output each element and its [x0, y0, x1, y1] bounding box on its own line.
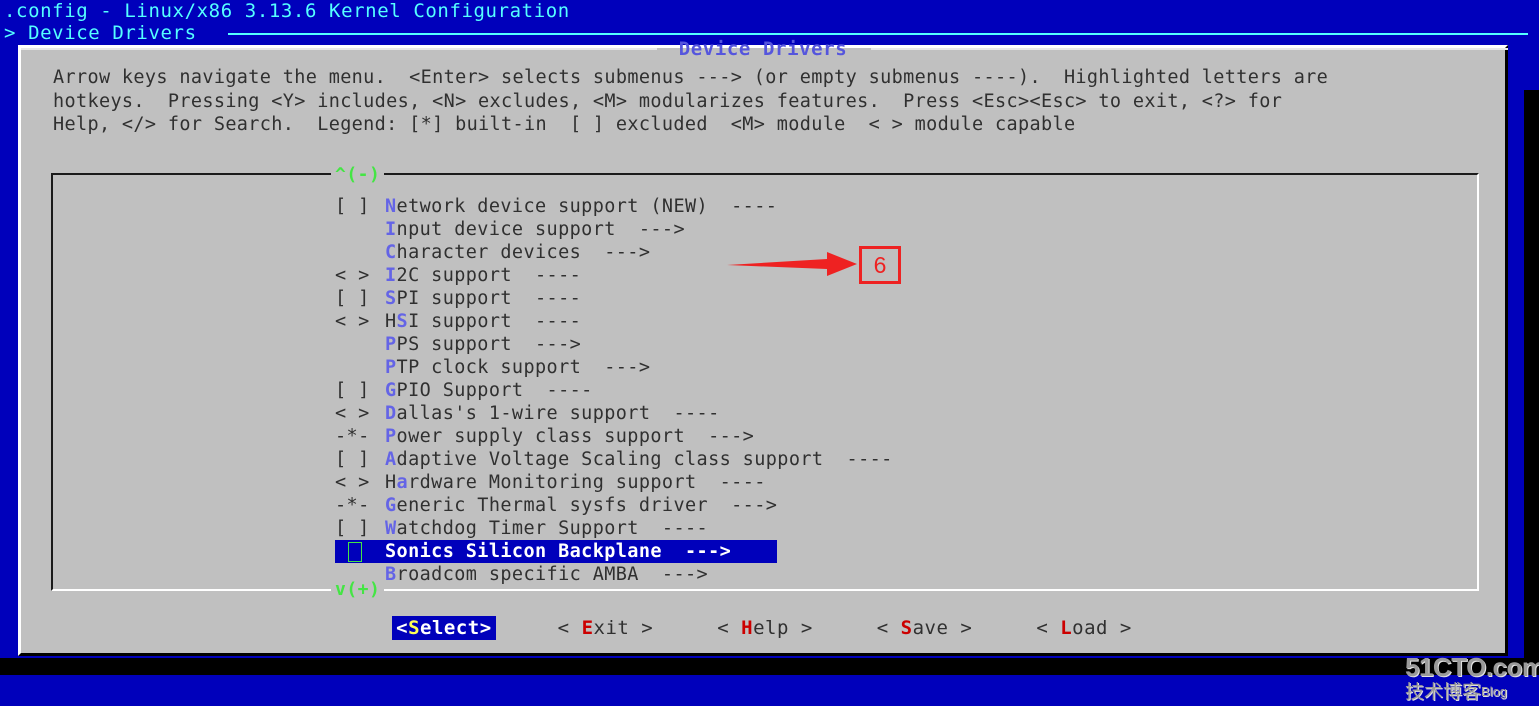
menu-item-marker: < > [335, 472, 370, 493]
menu-item-marker: < > [335, 265, 370, 286]
menu-frame: ^(-) v(+) [ ] Network device support (NEW… [51, 164, 1479, 600]
menu-item[interactable]: Input device support ---> [335, 218, 1455, 241]
menu-item-label: TP clock support ---> [396, 357, 651, 378]
kernel-config-title: .config - Linux/x86 3.13.6 Kernel Config… [4, 0, 570, 22]
menu-item[interactable]: [ ] Adaptive Voltage Scaling class suppor… [335, 448, 1455, 471]
menu-item-hotkey: a [396, 472, 409, 493]
device-drivers-dialog: Device Drivers Arrow keys navigate the m… [18, 38, 1539, 703]
menu-item-hotkey: B [385, 564, 397, 585]
menu-item-label: PIO Support ---- [396, 380, 593, 401]
menu-item-label: roadcom specific AMBA ---> [396, 564, 709, 585]
terminal-right-filler [1524, 90, 1539, 675]
menu-item[interactable]: [ ] Network device support (NEW) ---- [335, 195, 1455, 218]
button-select[interactable]: <Select> [392, 616, 496, 640]
menu-item[interactable]: < > Hardware Monitoring support ---- [335, 471, 1455, 494]
button-bracket-left: < [876, 617, 901, 639]
menu-item[interactable]: Broadcom specific AMBA ---> [335, 563, 1455, 586]
menu-item-hotkey: P [385, 334, 397, 355]
menu-item-marker: [ ] [335, 196, 370, 217]
button-help[interactable]: < Help > [715, 616, 815, 640]
menu-item-label: daptive Voltage Scaling class support --… [396, 449, 893, 470]
button-hotkey: S [900, 617, 913, 639]
menu-item-hotkey: P [385, 426, 397, 447]
menu-item-label: ower supply class support ---> [396, 426, 755, 447]
menu-item-label: etwork device support (NEW) ---- [396, 196, 778, 217]
menu-item-hotkey: S [385, 541, 397, 562]
button-label: xit > [593, 617, 654, 639]
menu-item-label: atchdog Timer Support ---- [396, 518, 709, 539]
scroll-up-indicator: ^(-) [331, 164, 385, 185]
menu-item-marker: [ ] [335, 449, 370, 470]
menu-item-marker: -*- [335, 426, 370, 447]
button-label: oad > [1072, 617, 1132, 639]
menu-item-marker: -*- [335, 495, 370, 516]
terminal-bottom-filler [0, 658, 1539, 675]
dialog-title: Device Drivers [678, 38, 848, 60]
help-text: Arrow keys navigate the menu. <Enter> se… [53, 67, 1329, 135]
menu-item-hotkey: D [385, 403, 397, 424]
menu-item[interactable]: Sonics Silicon Backplane ---> [335, 540, 777, 563]
menu-item-hotkey: G [385, 495, 397, 516]
button-load[interactable]: < Load > [1034, 616, 1134, 640]
menu-item-hotkey: A [385, 449, 397, 470]
menu-item[interactable]: [ ] SPI support ---- [335, 287, 1455, 310]
menu-item-hotkey: G [385, 380, 397, 401]
menu-item[interactable]: -*- Generic Thermal sysfs driver ---> [335, 494, 1455, 517]
button-bracket-left: < [557, 617, 582, 639]
menu-item-label-pre: H [385, 472, 397, 493]
menu-item-label: I support ---- [408, 311, 582, 332]
button-hotkey: S [408, 617, 421, 639]
button-bracket-left: < [717, 617, 742, 639]
menu-item-hotkey: S [396, 311, 409, 332]
menu-item[interactable]: [ ] Watchdog Timer Support ---- [335, 517, 1455, 540]
menu-item[interactable]: -*- Power supply class support ---> [335, 425, 1455, 448]
menu-item-hotkey: P [385, 357, 397, 378]
watermark-tagline-en: Blog [1481, 684, 1508, 699]
menu-item-hotkey: I [385, 219, 397, 240]
menu-item-marker: [ ] [335, 288, 370, 309]
menu-item-label: onics Silicon Backplane ---> [396, 541, 732, 562]
menu-item-marker: [ ] [335, 380, 370, 401]
menu-item-hotkey: W [385, 518, 397, 539]
menu-item-label: haracter devices ---> [396, 242, 651, 263]
button-bar: <Select> < Exit > < Help > < Save > < Load > [21, 616, 1505, 640]
button-save[interactable]: < Save > [875, 616, 975, 640]
menu-item[interactable]: PTP clock support ---> [335, 356, 1455, 379]
button-label: elect> [420, 617, 492, 639]
menu-item[interactable]: [ ] GPIO Support ---- [335, 379, 1455, 402]
button-label: elp > [753, 617, 813, 639]
menu-item-label: nput device support ---> [396, 219, 685, 240]
button-hotkey: H [741, 617, 754, 639]
button-exit[interactable]: < Exit > [556, 616, 656, 640]
breadcrumb-rule [228, 33, 1528, 35]
terminal-screen: .config - Linux/x86 3.13.6 Kernel Config… [0, 0, 1539, 703]
button-bracket-left: < [396, 617, 409, 639]
menu-item[interactable]: PPS support ---> [335, 333, 1455, 356]
watermark-tagline: 技术博客Blog [1405, 681, 1539, 704]
menu-item-hotkey: I [385, 265, 397, 286]
menu-item-label: 2C support ---- [396, 265, 582, 286]
menu-item-hotkey: S [385, 288, 397, 309]
menu-item-marker: [ ] [335, 518, 370, 539]
watermark-tagline-cn: 技术博客 [1405, 682, 1482, 703]
menu-item-label: PI support ---- [396, 288, 582, 309]
menu-item-hotkey: C [385, 242, 397, 263]
menu-item-hotkey: N [385, 196, 397, 217]
button-label: ave > [912, 617, 973, 639]
button-hotkey: E [581, 617, 594, 639]
menu-item-label: rdware Monitoring support ---- [408, 472, 766, 493]
menu-item-marker: < > [335, 311, 370, 332]
menu-item-label: eneric Thermal sysfs driver ---> [396, 495, 778, 516]
menu-cursor-block [348, 542, 362, 562]
menu-item-label: PS support ---> [396, 334, 582, 355]
menu-item-marker: < > [335, 403, 370, 424]
menu-item-label-pre: H [385, 311, 397, 332]
annotation-step-box: 6 [859, 246, 901, 284]
menu-item[interactable]: < > Dallas's 1-wire support ---- [335, 402, 1455, 425]
menu-item-label: allas's 1-wire support ---- [396, 403, 720, 424]
button-hotkey: L [1060, 617, 1073, 639]
button-bracket-left: < [1036, 617, 1061, 639]
menu-item[interactable]: < > HSI support ---- [335, 310, 1455, 333]
